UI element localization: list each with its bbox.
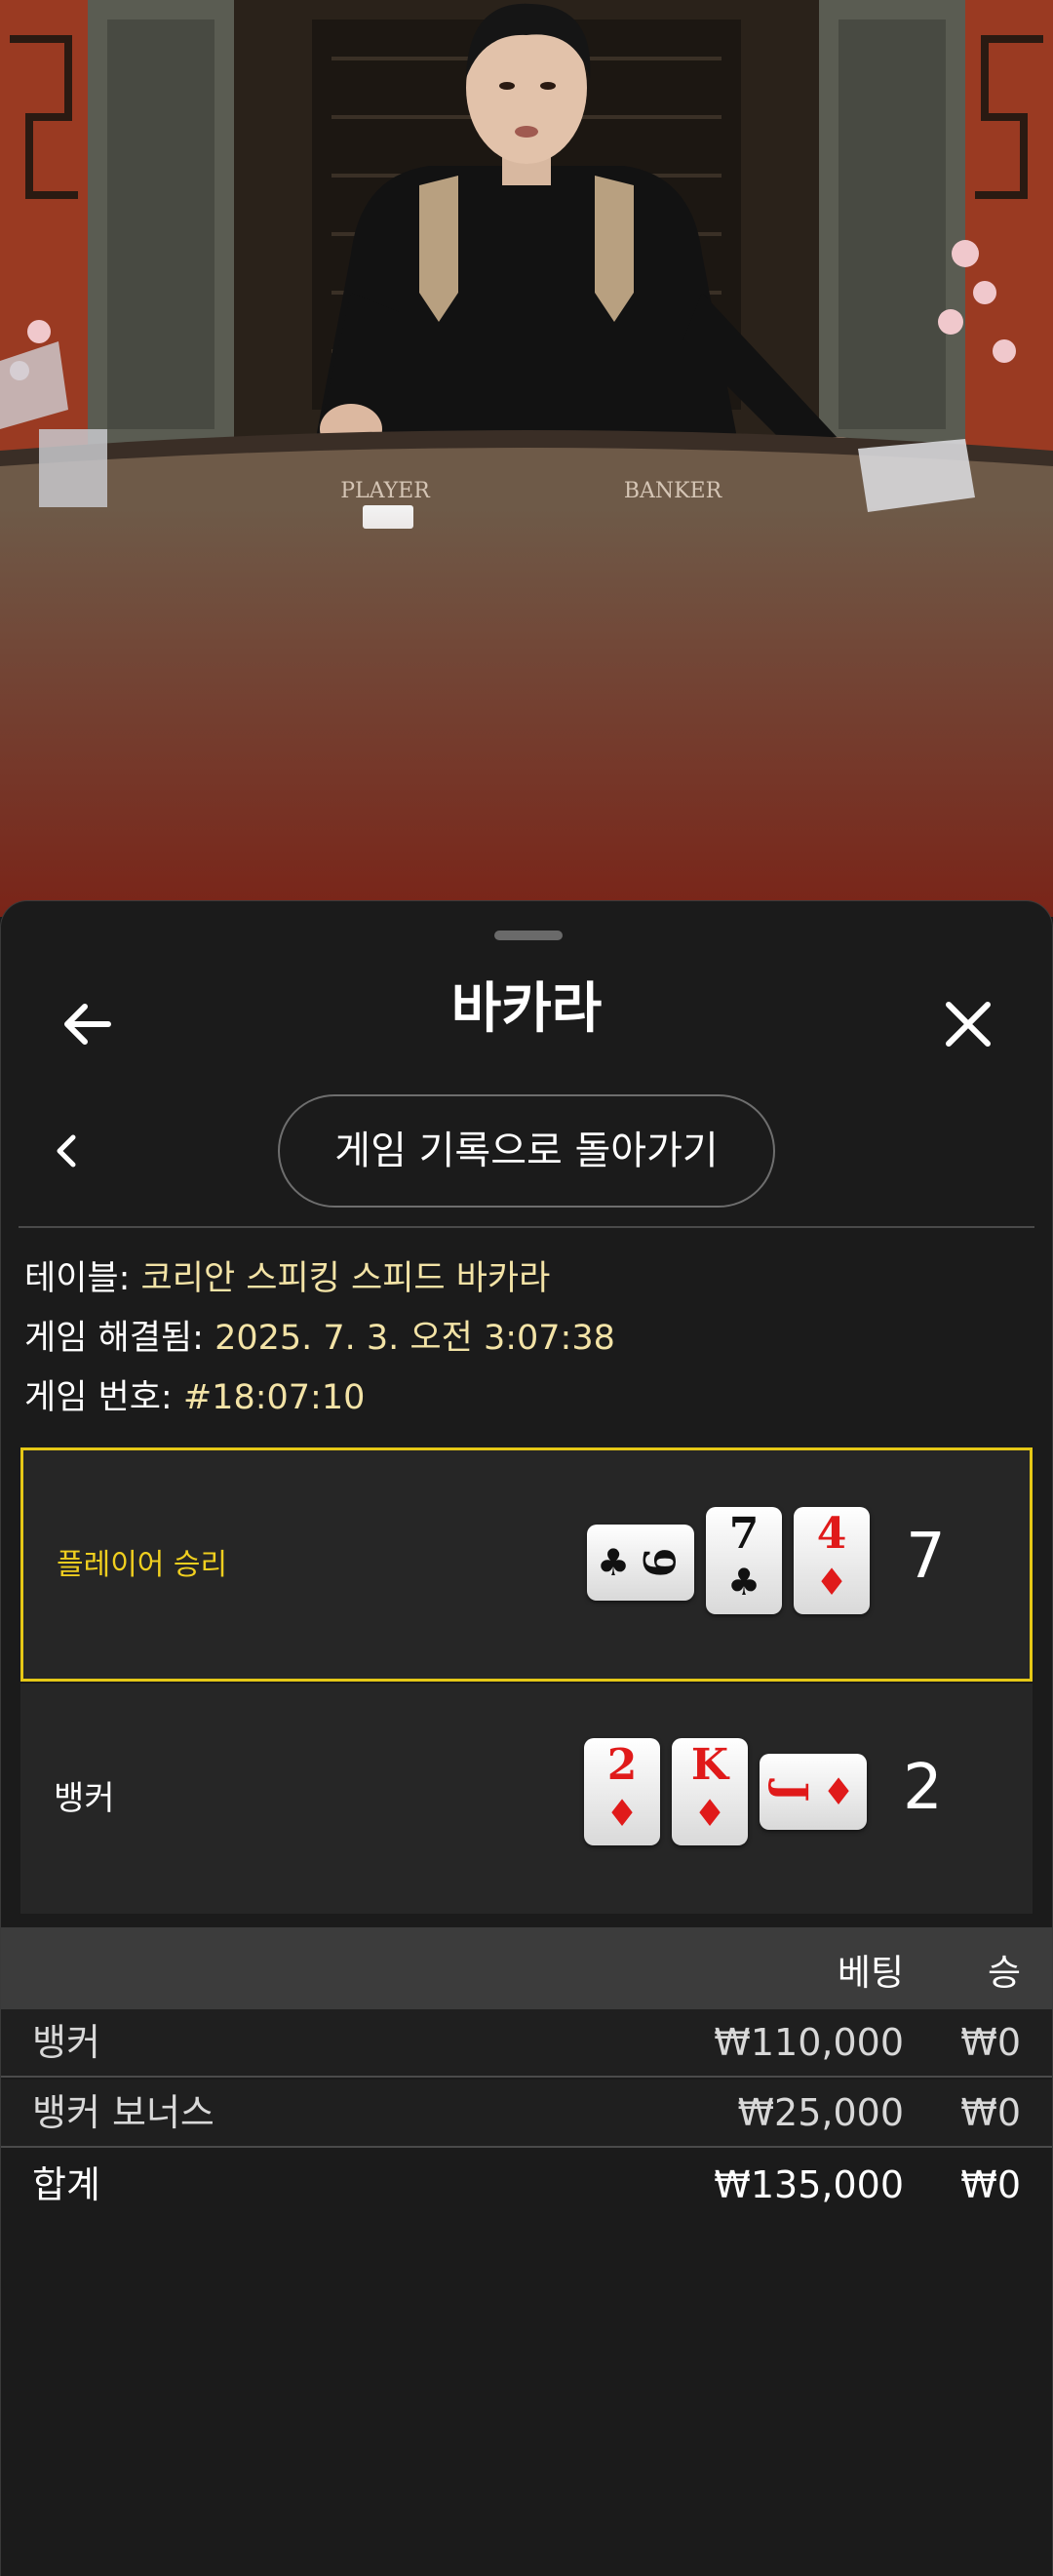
win-amount: ₩0 [960,2091,1021,2134]
club-suit-icon: ♣ [596,1541,631,1584]
player-card-1-rank: 9 [633,1547,682,1578]
player-result-box: 플레이어 승리 ♣ 9 7 ♣ 4 ♦ 7 [20,1447,1033,1682]
banker-card-1-rank: 2 [606,1740,638,1790]
total-label: 합계 [32,2163,100,2206]
back-to-history-button[interactable]: 게임 기록으로 돌아가기 [278,1094,775,1208]
player-score: 7 [906,1521,946,1593]
bets-table-header: 베팅 승 [1,1927,1052,2009]
info-game-number: 게임 번호: #18:07:10 [24,1373,365,1422]
banker-card-2-rank: K [690,1740,729,1790]
player-card-3: 4 ♦ [794,1507,870,1614]
divider [19,1226,1034,1228]
bet-amount: ₩110,000 [714,2021,904,2064]
player-win-label: 플레이어 승리 [57,1548,228,1582]
banker-card-3-rank: J [766,1781,816,1803]
bet-amount: ₩25,000 [737,2091,904,2134]
banker-result-box: 뱅커 2 ♦ K ♦ J ♦ 2 [20,1684,1033,1914]
info-resolved-value: 2025. 7. 3. 오전 3:07:38 [214,1319,615,1358]
total-row: 합계 ₩135,000 ₩0 [1,2152,1052,2220]
diamond-suit-icon: ♦ [814,1561,849,1604]
win-amount: ₩0 [960,2021,1021,2064]
dealer-scene-image: PLAYER BANKER [0,0,1053,917]
player-card-2-rank: 7 [728,1509,760,1559]
info-game-number-value: #18:07:10 [182,1378,366,1417]
column-bet: 베팅 [837,1952,904,1994]
player-card-1: ♣ 9 [587,1525,694,1601]
info-table-label: 테이블: [24,1259,131,1298]
table-row: 뱅커 ₩110,000 ₩0 [1,2009,1052,2078]
diamond-suit-icon: ♦ [604,1792,640,1835]
diamond-suit-icon: ♦ [692,1792,727,1835]
column-win: 승 [987,1952,1021,1994]
bet-name: 뱅커 보너스 [32,2091,214,2134]
info-resolved: 게임 해결됨: 2025. 7. 3. 오전 3:07:38 [24,1314,615,1363]
table-label-player: PLAYER [340,479,431,503]
diamond-suit-icon: ♦ [821,1770,856,1813]
player-card-3-rank: 4 [816,1509,847,1559]
live-video-stream: PLAYER BANKER [0,0,1053,917]
banker-label: 뱅커 [54,1779,115,1818]
banker-score: 2 [903,1752,943,1824]
info-table-value: 코리안 스피킹 스피드 바카라 [140,1259,551,1298]
bet-name: 뱅커 [32,2021,100,2064]
banker-card-1: 2 ♦ [584,1738,660,1845]
player-card-2: 7 ♣ [706,1507,782,1614]
drag-handle[interactable] [494,931,563,940]
game-detail-sheet: 바카라 게임 기록으로 돌아가기 테이블: 코리안 스피킹 스피드 바카라 게임… [0,900,1053,2576]
banker-card-3: J ♦ [760,1754,867,1830]
info-table: 테이블: 코리안 스피킹 스피드 바카라 [24,1254,550,1303]
total-bet-amount: ₩135,000 [714,2163,904,2206]
sheet-title: 바카라 [450,977,603,1041]
table-label-banker: BANKER [624,479,723,503]
banker-card-2: K ♦ [672,1738,748,1845]
close-x-icon[interactable] [939,995,997,1053]
club-suit-icon: ♣ [726,1561,761,1604]
info-resolved-label: 게임 해결됨: [24,1319,204,1358]
chevron-left-icon[interactable] [48,1131,87,1170]
table-row: 뱅커 보너스 ₩25,000 ₩0 [1,2080,1052,2148]
total-win-amount: ₩0 [960,2163,1021,2206]
info-game-number-label: 게임 번호: [24,1378,173,1417]
